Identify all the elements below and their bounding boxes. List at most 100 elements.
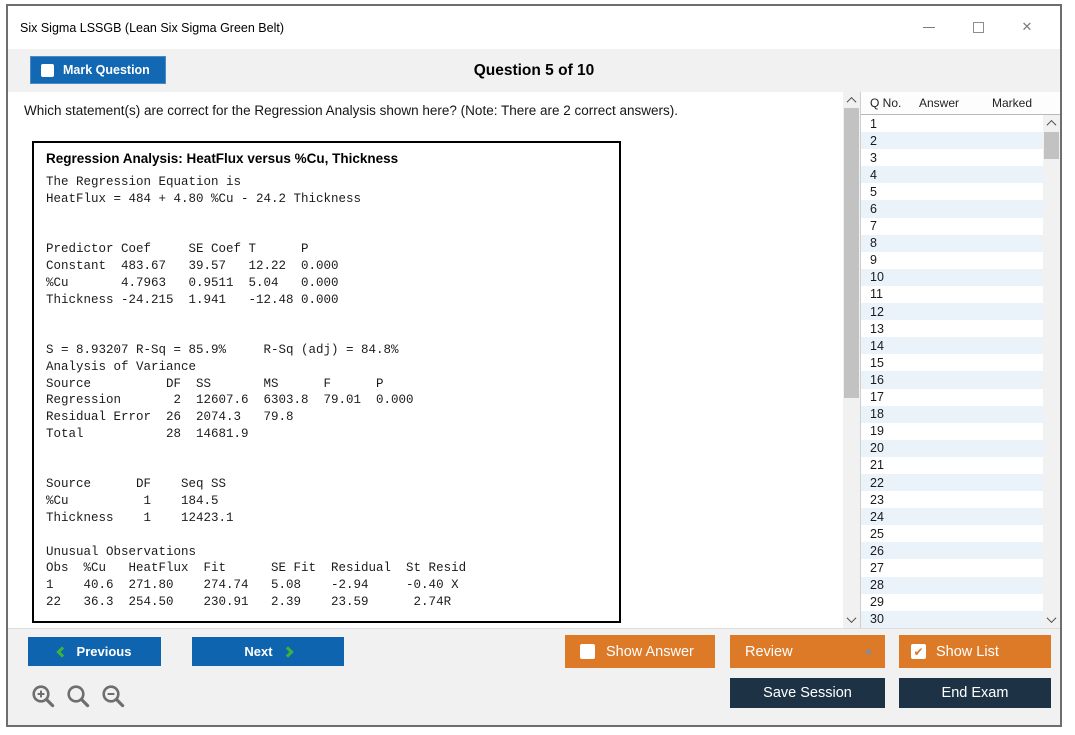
save-session-button[interactable]: Save Session xyxy=(730,678,885,708)
question-list-row[interactable]: 9 xyxy=(861,252,1043,269)
question-number: 11 xyxy=(861,287,919,301)
question-number: 26 xyxy=(861,544,919,558)
question-number: 1 xyxy=(861,117,919,131)
question-number: 18 xyxy=(861,407,919,421)
question-list-rows: 1234567891011121314151617181920212223242… xyxy=(861,115,1043,628)
show-list-label: Show List xyxy=(936,644,999,660)
question-number: 12 xyxy=(861,305,919,319)
mark-question-checkbox[interactable] xyxy=(41,64,54,77)
question-list-row[interactable]: 24 xyxy=(861,508,1043,525)
question-list-row[interactable]: 29 xyxy=(861,594,1043,611)
window-controls: ✕ xyxy=(922,21,1060,35)
maximize-button[interactable] xyxy=(971,21,985,35)
mark-question-button[interactable]: Mark Question xyxy=(30,56,166,84)
question-list-row[interactable]: 19 xyxy=(861,423,1043,440)
question-list-row[interactable]: 11 xyxy=(861,286,1043,303)
show-answer-checkbox[interactable] xyxy=(580,644,595,659)
question-number: 9 xyxy=(861,253,919,267)
question-number: 29 xyxy=(861,595,919,609)
question-list-row[interactable]: 15 xyxy=(861,354,1043,371)
question-list-row[interactable]: 17 xyxy=(861,389,1043,406)
question-list-row[interactable]: 14 xyxy=(861,337,1043,354)
list-scrollbar[interactable] xyxy=(1043,115,1060,628)
show-list-checkbox[interactable]: ✔ xyxy=(911,644,926,659)
next-button[interactable]: Next xyxy=(192,637,344,666)
question-list-row[interactable]: 7 xyxy=(861,218,1043,235)
question-list: 1234567891011121314151617181920212223242… xyxy=(861,115,1060,628)
question-number: 14 xyxy=(861,339,919,353)
question-list-row[interactable]: 8 xyxy=(861,235,1043,252)
question-list-row[interactable]: 20 xyxy=(861,440,1043,457)
question-number: 20 xyxy=(861,441,919,455)
minimize-button[interactable] xyxy=(922,21,936,35)
question-list-row[interactable]: 21 xyxy=(861,457,1043,474)
question-number: 24 xyxy=(861,510,919,524)
question-counter: Question 5 of 10 xyxy=(474,62,595,80)
previous-label: Previous xyxy=(77,644,132,659)
previous-button[interactable]: Previous xyxy=(28,637,161,666)
question-list-row[interactable]: 6 xyxy=(861,200,1043,217)
question-list-row[interactable]: 28 xyxy=(861,577,1043,594)
regression-title: Regression Analysis: HeatFlux versus %Cu… xyxy=(46,151,607,166)
chevron-up-icon xyxy=(847,97,857,107)
triangle-up-icon: ▲ xyxy=(865,647,872,656)
chevron-left-icon xyxy=(56,646,67,657)
list-scroll-up-button[interactable] xyxy=(1043,115,1060,132)
question-number: 17 xyxy=(861,390,919,404)
list-scroll-down-button[interactable] xyxy=(1043,611,1060,628)
question-number: 4 xyxy=(861,168,919,182)
question-text: Which statement(s) are correct for the R… xyxy=(24,103,678,118)
question-list-header: Q No. Answer Marked xyxy=(861,92,1060,115)
show-answer-button[interactable]: Show Answer xyxy=(565,635,715,668)
column-header-qno: Q No. xyxy=(861,96,919,110)
question-number: 3 xyxy=(861,151,919,165)
question-number: 25 xyxy=(861,527,919,541)
minimize-icon xyxy=(923,27,935,28)
question-number: 16 xyxy=(861,373,919,387)
show-answer-label: Show Answer xyxy=(606,644,694,660)
question-list-row[interactable]: 18 xyxy=(861,406,1043,423)
scroll-down-button[interactable] xyxy=(843,611,860,628)
content-area: Which statement(s) are correct for the R… xyxy=(8,92,1060,628)
question-list-row[interactable]: 25 xyxy=(861,525,1043,542)
mark-question-label: Mark Question xyxy=(63,63,150,77)
question-list-row[interactable]: 5 xyxy=(861,183,1043,200)
titlebar: Six Sigma LSSGB (Lean Six Sigma Green Be… xyxy=(8,6,1060,49)
column-header-answer: Answer xyxy=(919,96,992,110)
question-number: 28 xyxy=(861,578,919,592)
question-list-row[interactable]: 12 xyxy=(861,303,1043,320)
review-label: Review xyxy=(745,644,793,660)
close-icon: ✕ xyxy=(1022,21,1033,34)
question-list-row[interactable]: 10 xyxy=(861,269,1043,286)
question-list-row[interactable]: 3 xyxy=(861,149,1043,166)
question-list-row[interactable]: 27 xyxy=(861,559,1043,576)
zoom-reset-icon[interactable] xyxy=(65,683,92,710)
question-list-row[interactable]: 4 xyxy=(861,166,1043,183)
review-button[interactable]: Review ▲ xyxy=(730,635,885,668)
question-number: 27 xyxy=(861,561,919,575)
question-list-row[interactable]: 13 xyxy=(861,320,1043,337)
save-session-label: Save Session xyxy=(763,685,852,701)
question-list-row[interactable]: 1 xyxy=(861,115,1043,132)
column-header-marked: Marked xyxy=(992,96,1060,110)
question-list-row[interactable]: 2 xyxy=(861,132,1043,149)
question-pane: Which statement(s) are correct for the R… xyxy=(8,92,843,628)
show-list-button[interactable]: ✔ Show List xyxy=(899,635,1051,668)
question-number: 21 xyxy=(861,458,919,472)
question-list-row[interactable]: 22 xyxy=(861,474,1043,491)
zoom-out-icon[interactable] xyxy=(100,683,127,710)
zoom-in-icon[interactable] xyxy=(30,683,57,710)
question-list-row[interactable]: 16 xyxy=(861,371,1043,388)
question-list-panel: Q No. Answer Marked 12345678910111213141… xyxy=(860,92,1060,628)
question-list-row[interactable]: 23 xyxy=(861,491,1043,508)
main-scrollbar-thumb[interactable] xyxy=(844,108,859,398)
list-scrollbar-thumb[interactable] xyxy=(1044,132,1059,159)
end-exam-button[interactable]: End Exam xyxy=(899,678,1051,708)
header-strip: Mark Question Question 5 of 10 xyxy=(8,49,1060,92)
question-list-row[interactable]: 30 xyxy=(861,611,1043,628)
scroll-up-button[interactable] xyxy=(843,92,860,109)
question-number: 30 xyxy=(861,612,919,626)
close-button[interactable]: ✕ xyxy=(1020,21,1034,35)
main-scrollbar[interactable] xyxy=(843,92,860,628)
question-list-row[interactable]: 26 xyxy=(861,542,1043,559)
